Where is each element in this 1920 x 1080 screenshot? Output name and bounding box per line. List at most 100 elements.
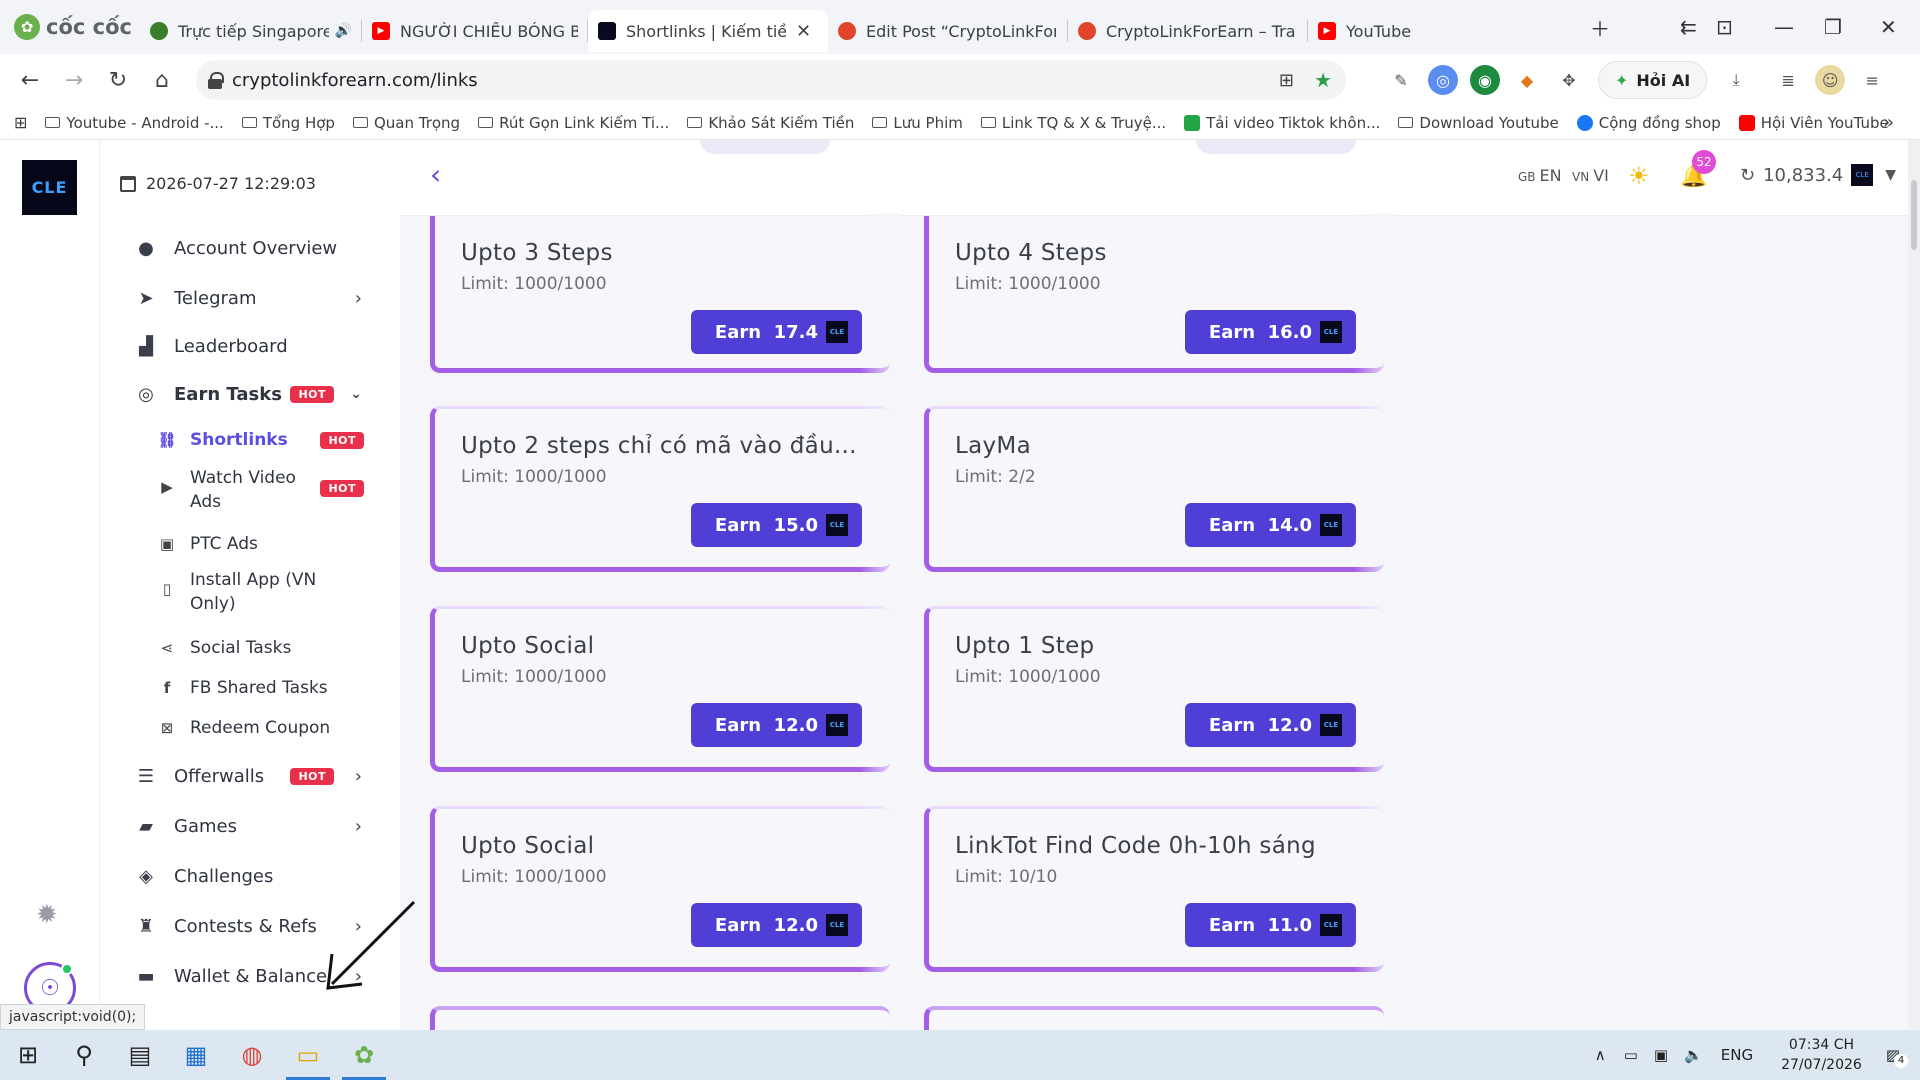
- folder-icon: [980, 117, 996, 128]
- sidebar-item-games[interactable]: ▰ Games ›: [100, 806, 400, 846]
- earn-button[interactable]: Earn 14.0 CLE: [1184, 503, 1356, 547]
- lang-vi-button[interactable]: VN VI: [1572, 166, 1609, 185]
- bookmark-label: Hội Viên YouTube: [1760, 113, 1889, 132]
- apps-grid-icon[interactable]: ⊞: [14, 113, 27, 132]
- task-view-icon[interactable]: ▤: [112, 1030, 168, 1080]
- input-language[interactable]: ENG: [1721, 1046, 1753, 1064]
- tab-1[interactable]: ▶ NGƯỜI CHIẾU BÓNG BỊ BỎ: [362, 10, 588, 52]
- tab-3[interactable]: Edit Post “CryptoLinkForEa: [828, 10, 1068, 52]
- home-icon[interactable]: ⌂: [140, 58, 184, 102]
- tab-5[interactable]: ▶ YouTube: [1308, 10, 1518, 52]
- coccoc-browser-icon[interactable]: ✿: [336, 1030, 392, 1080]
- earn-button[interactable]: Earn 12.0 CLE: [1184, 703, 1356, 747]
- bookmark-item[interactable]: Hội Viên YouTube: [1738, 113, 1889, 132]
- chevron-down-icon[interactable]: ▼: [1885, 167, 1896, 183]
- sidebar-subitem-ptc[interactable]: ▣ PTC Ads: [100, 530, 400, 558]
- search-extension-icon[interactable]: ◎: [1428, 65, 1458, 95]
- new-tab-icon[interactable]: ＋: [1590, 0, 1610, 54]
- tab-0[interactable]: Trực tiếp Singapore vs 🔊: [140, 10, 362, 52]
- sidebar-subitem-install-app[interactable]: ▯ Install App (VN Only): [100, 568, 400, 618]
- action-center-icon[interactable]: ▨ 4: [1886, 1046, 1908, 1068]
- site-logo[interactable]: CLE: [22, 160, 77, 215]
- search-icon[interactable]: ⚲: [56, 1030, 112, 1080]
- earn-button[interactable]: Earn 16.0 CLE: [1184, 310, 1356, 354]
- forward-icon[interactable]: →: [52, 58, 96, 102]
- feather-extension-icon[interactable]: ✎: [1386, 65, 1416, 95]
- ai-button[interactable]: ✦ Hỏi AI: [1598, 61, 1708, 99]
- bookmark-item[interactable]: Lưu Phim: [872, 114, 963, 132]
- sidebar-item-challenges[interactable]: ◈ Challenges: [100, 856, 400, 896]
- store-icon[interactable]: ▦: [168, 1030, 224, 1080]
- metamask-extension-icon[interactable]: ◆: [1512, 65, 1542, 95]
- browser-brand[interactable]: ✿ cốc cốc: [0, 0, 140, 54]
- card-fade: [860, 606, 900, 772]
- theme-sun-icon[interactable]: ☀: [1628, 162, 1650, 190]
- volume-icon[interactable]: 🔈: [1684, 1046, 1703, 1064]
- settings-gear-icon[interactable]: ✹: [36, 900, 58, 930]
- card-limit: Limit: 1000/1000: [955, 667, 1101, 687]
- bookmark-item[interactable]: Tải video Tiktok khôn...: [1184, 114, 1380, 132]
- more-bookmarks-icon[interactable]: »: [1883, 112, 1894, 133]
- bookmark-item[interactable]: Link TQ & X & Truyệ...: [980, 114, 1166, 132]
- minimize-icon[interactable]: —: [1774, 0, 1794, 54]
- tab-search-icon[interactable]: ⇇: [1680, 0, 1697, 54]
- globe-extension-icon[interactable]: ◉: [1470, 65, 1500, 95]
- tab-4[interactable]: CryptoLinkForEarn – Trang: [1068, 10, 1308, 52]
- bookmark-item[interactable]: Tổng Hợp: [241, 114, 335, 132]
- tab-favicon-icon: [838, 22, 856, 40]
- back-icon[interactable]: ←: [8, 58, 52, 102]
- sidebar-item-earn-tasks[interactable]: ◎ Earn Tasks HOT ⌄: [100, 374, 400, 414]
- close-tab-icon[interactable]: ✕: [796, 21, 811, 42]
- translate-icon[interactable]: ⊞: [1279, 70, 1294, 91]
- bookmark-item[interactable]: Quan Trọng: [352, 114, 460, 132]
- bookmark-item[interactable]: Download Youtube: [1398, 114, 1559, 132]
- balance-value: 10,833.4: [1763, 164, 1844, 186]
- file-explorer-icon[interactable]: ▭: [280, 1030, 336, 1080]
- sidebar-subitem-social[interactable]: ⋖ Social Tasks: [100, 634, 400, 662]
- scrollbar-thumb[interactable]: [1911, 180, 1917, 250]
- earn-button[interactable]: Earn 12.0 CLE: [690, 703, 862, 747]
- earn-button[interactable]: Earn 15.0 CLE: [690, 503, 862, 547]
- sidebar-subitem-coupon[interactable]: ⊠ Redeem Coupon: [100, 714, 400, 742]
- bookmark-item[interactable]: Youtube - Android -...: [45, 114, 224, 132]
- page-scrollbar[interactable]: [1908, 140, 1920, 1030]
- sidebar-item-leaderboard[interactable]: ▟ Leaderboard: [100, 326, 400, 366]
- bookmark-item[interactable]: Cộng đồng shop: [1576, 114, 1721, 132]
- close-window-icon[interactable]: ✕: [1880, 0, 1897, 54]
- earn-button[interactable]: Earn 12.0 CLE: [690, 903, 862, 947]
- bookmark-item[interactable]: Khảo Sát Kiếm Tiền: [687, 114, 854, 132]
- windows-start-icon[interactable]: ⊞: [0, 1030, 56, 1080]
- network-icon[interactable]: ▣: [1654, 1046, 1668, 1064]
- sidebar-item-offerwalls[interactable]: ☰ Offerwalls HOT ›: [100, 756, 400, 796]
- back-chevron-icon[interactable]: ‹: [430, 158, 441, 191]
- bookmark-star-icon[interactable]: ★: [1314, 68, 1332, 92]
- sidebar-subitem-watch-video[interactable]: ▶ Watch Video Ads HOT: [100, 466, 400, 516]
- lang-en-button[interactable]: GB EN: [1518, 166, 1562, 185]
- refresh-icon[interactable]: ↻: [1740, 165, 1755, 186]
- system-clock[interactable]: 07:34 CH 27/07/2026: [1781, 1035, 1862, 1075]
- download-icon[interactable]: ⤓: [1721, 65, 1751, 95]
- puzzle-extensions-icon[interactable]: ✥: [1554, 65, 1584, 95]
- tray-expand-icon[interactable]: ∧: [1595, 1046, 1606, 1064]
- earn-button[interactable]: Earn 11.0 CLE: [1184, 903, 1356, 947]
- speaker-icon[interactable]: 🔊: [335, 23, 352, 39]
- sidebar-subitem-fb[interactable]: f FB Shared Tasks: [100, 674, 400, 702]
- profile-avatar[interactable]: ☺: [1815, 65, 1846, 95]
- screenshot-icon[interactable]: ⊡: [1716, 0, 1733, 54]
- reload-icon[interactable]: ↻: [96, 58, 140, 102]
- tab-2-active[interactable]: Shortlinks | Kiếm tiền ✕: [588, 10, 828, 52]
- bookmark-item[interactable]: Rút Gọn Link Kiếm Ti...: [478, 114, 669, 132]
- restore-icon[interactable]: ❐: [1824, 0, 1842, 54]
- sidebar-subitem-shortlinks[interactable]: ⛓ Shortlinks HOT: [100, 426, 400, 454]
- balance-display[interactable]: ↻ 10,833.4 CLE ▼: [1740, 164, 1896, 186]
- sparkle-icon: ✦: [1615, 70, 1629, 90]
- url-bar[interactable]: cryptolinkforearn.com/links ⊞ ★: [196, 60, 1346, 100]
- sidebar-item-account[interactable]: ● Account Overview: [100, 228, 400, 268]
- sidebar-item-telegram[interactable]: ➤ Telegram ›: [100, 278, 400, 318]
- browser-menu-icon[interactable]: ≡: [1857, 65, 1887, 95]
- media-playlist-icon[interactable]: ≣: [1773, 65, 1803, 95]
- battery-icon[interactable]: ▭: [1624, 1046, 1638, 1064]
- earn-button[interactable]: Earn 17.4 CLE: [690, 310, 862, 354]
- chrome-icon[interactable]: ◍: [224, 1030, 280, 1080]
- cle-favicon-icon: [598, 22, 616, 40]
